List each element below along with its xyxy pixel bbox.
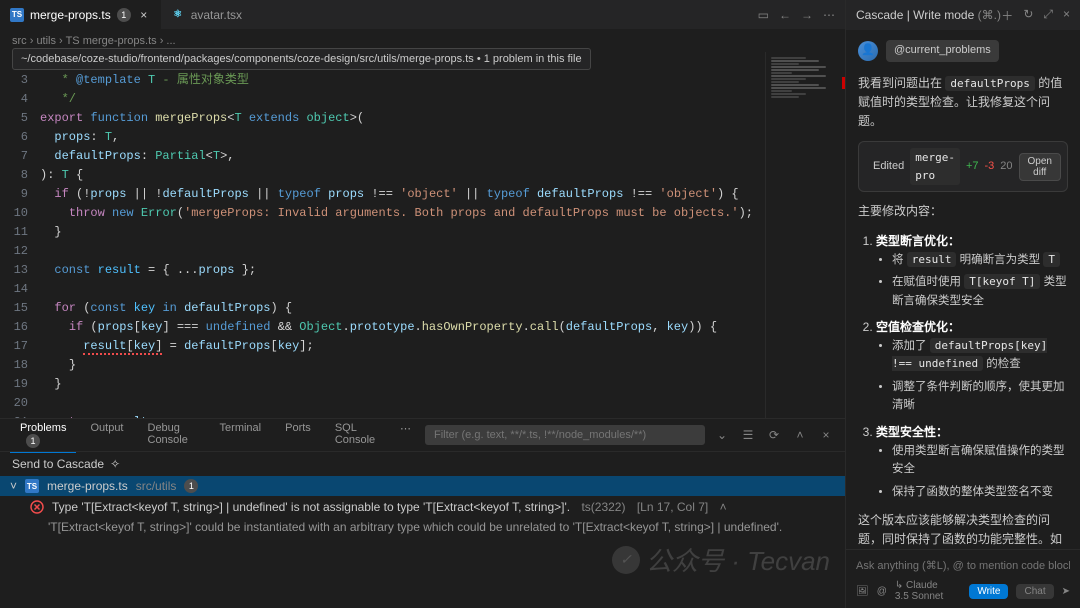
nav-forward-icon[interactable]: → [801, 8, 813, 22]
tab-avatar[interactable]: ⚛ avatar.tsx [161, 0, 252, 29]
summary-title: 主要修改内容： [858, 202, 1068, 221]
send-icon[interactable]: ➤ [1062, 586, 1070, 597]
view-icon[interactable]: ⟳ [765, 428, 783, 442]
typescript-icon: TS [25, 479, 39, 493]
model-label[interactable]: ↳ Claude 3.5 Sonnet [895, 580, 953, 602]
breadcrumb[interactable]: src › utils › TS merge-props.ts › ... ~/… [0, 30, 845, 52]
user-row: 👤 @current_problems [858, 40, 1068, 62]
new-chat-icon[interactable]: ＋ [1001, 7, 1013, 24]
close-cascade-icon[interactable]: × [1063, 7, 1070, 24]
img-icon[interactable]: 🖼 [856, 586, 869, 597]
react-icon: ⚛ [171, 8, 185, 22]
filter-icon[interactable]: ⌄ [713, 428, 731, 442]
problem-detail: 'T[Extract<keyof T, string>]' could be i… [0, 518, 845, 538]
split-editor-icon[interactable]: ▭ [758, 8, 769, 22]
panel-tab-ports[interactable]: Ports [275, 418, 321, 453]
problem-file-row[interactable]: ˅ TS merge-props.ts src/utils 1 [0, 476, 845, 496]
open-diff-button[interactable]: Open diff [1019, 153, 1061, 181]
chevron-down-icon: ˅ [10, 479, 17, 493]
panel-tab-terminal[interactable]: Terminal [210, 418, 272, 453]
cascade-intro: 我看到问题出在 defaultProps 的值赋值时的类型检查。让我修复这个问题… [858, 74, 1068, 132]
minimap[interactable] [765, 52, 845, 418]
breadcrumb-text: src › utils › TS merge-props.ts › ... [12, 35, 176, 47]
mode-chat[interactable]: Chat [1016, 584, 1053, 599]
avatar: 👤 [858, 41, 878, 61]
cascade-spark-icon: ✧ [110, 457, 120, 471]
panel-tab-output[interactable]: Output [80, 418, 133, 453]
collapse-icon[interactable]: ☰ [739, 428, 757, 442]
problem-item[interactable]: Type 'T[Extract<keyof T, string>] | unde… [0, 496, 845, 518]
tab-label: merge-props.ts [30, 8, 111, 22]
chat-input[interactable] [856, 556, 1070, 576]
chevron-icon[interactable]: ˄ [720, 500, 727, 514]
more-icon[interactable]: ⋯ [823, 8, 835, 22]
line-gutter: 234567891011121314151617181920212223 [0, 52, 40, 418]
chat-input-area: 🖼 @ ↳ Claude 3.5 Sonnet Write Chat ➤ [846, 549, 1080, 608]
panel-tabs: Problems1OutputDebug ConsoleTerminalPort… [0, 419, 845, 452]
problems-filter-input[interactable] [425, 425, 705, 445]
cascade-header: Cascade | Write mode (⌘.) ＋ ↻ ⤢ × [846, 0, 1080, 30]
problem-file-name: merge-props.ts [47, 479, 128, 493]
nav-back-icon[interactable]: ← [779, 8, 791, 22]
problem-file-path: src/utils [136, 479, 177, 493]
close-icon[interactable]: × [137, 8, 151, 22]
attach-icon[interactable]: @ [877, 586, 887, 597]
problem-position: [Ln 17, Col 7] [637, 500, 708, 514]
panel-tab-sql-console[interactable]: SQL Console [325, 418, 386, 453]
history-icon[interactable]: ↻ [1023, 7, 1033, 24]
tab-bar: TS merge-props.ts 1 × ⚛ avatar.tsx ▭ ← →… [0, 0, 845, 30]
panel-tab-⋯[interactable]: ⋯ [390, 418, 421, 453]
typescript-icon: TS [10, 8, 24, 22]
cascade-closing: 这个版本应该能够解决类型检查的问题，同时保持了函数的功能完整性。如果您还看到任何… [858, 511, 1068, 549]
cascade-panel: Cascade | Write mode (⌘.) ＋ ↻ ⤢ × 👤 @cur… [845, 0, 1080, 608]
cascade-changes-list: 类型断言优化：将 result 明确断言为类型 T在赋值时使用 T[keyof … [858, 232, 1068, 501]
expand-icon[interactable]: ⤢ [1043, 7, 1053, 24]
path-tooltip: ~/codebase/coze-studio/frontend/packages… [12, 48, 591, 70]
mode-write[interactable]: Write [969, 584, 1008, 599]
maximize-icon[interactable]: ˄ [791, 428, 809, 442]
problem-count-badge: 1 [184, 479, 198, 493]
tab-merge-props[interactable]: TS merge-props.ts 1 × [0, 0, 161, 29]
bottom-panel: Problems1OutputDebug ConsoleTerminalPort… [0, 418, 845, 608]
tab-actions: ▭ ← → ⋯ [758, 8, 845, 22]
close-panel-icon[interactable]: × [817, 428, 835, 442]
tab-label: avatar.tsx [191, 8, 242, 22]
code-area[interactable]: * 将默认属性与用户提供的属性合并 * @template T - 属性对象类型… [40, 52, 765, 418]
editor[interactable]: 234567891011121314151617181920212223 * 将… [0, 52, 845, 418]
problem-code: ts(2322) [581, 500, 625, 514]
cascade-title: Cascade | Write mode [856, 8, 974, 22]
minimap-error-marker [842, 77, 845, 89]
diff-card: Edited merge-pro +7 -3 20 Open diff [858, 141, 1068, 192]
context-tag[interactable]: @current_problems [886, 40, 999, 62]
send-to-cascade[interactable]: Send to Cascade ✧ [0, 452, 845, 476]
panel-tab-problems[interactable]: Problems1 [10, 418, 76, 453]
panel-tab-debug-console[interactable]: Debug Console [138, 418, 206, 453]
tab-problem-badge: 1 [117, 8, 131, 22]
tabs: TS merge-props.ts 1 × ⚛ avatar.tsx [0, 0, 252, 29]
cascade-shortcut: (⌘.) [978, 8, 1001, 22]
error-icon [30, 500, 44, 514]
problem-message: Type 'T[Extract<keyof T, string>] | unde… [52, 500, 570, 514]
